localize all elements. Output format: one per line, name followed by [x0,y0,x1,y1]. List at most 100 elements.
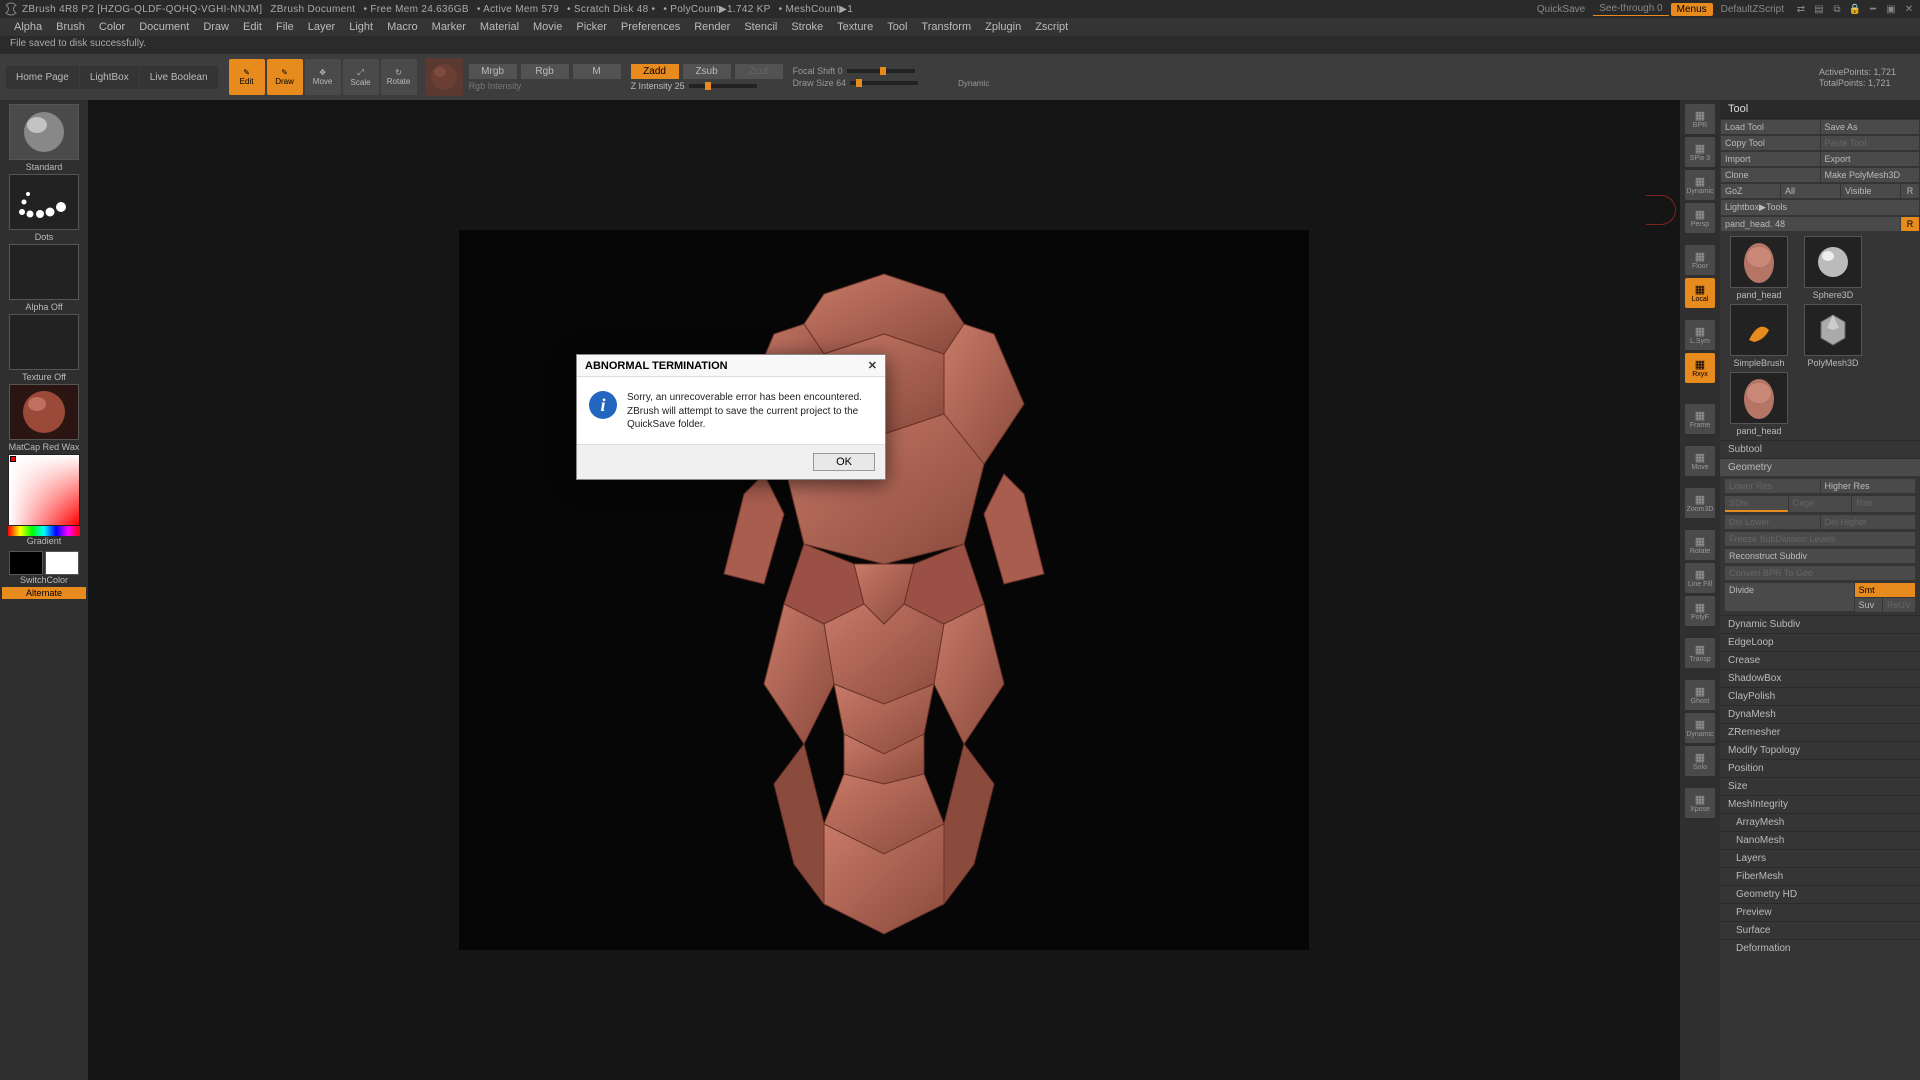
menu-zscript[interactable]: Zscript [1035,21,1068,33]
draw-size-label[interactable]: Draw Size 64 [793,78,847,88]
move-button[interactable]: ✥Move [305,59,341,95]
arrows-icon[interactable]: ⇄ [1794,2,1808,16]
section-dynamesh[interactable]: DynaMesh [1720,705,1920,723]
reuv-button[interactable]: ReUV [1883,598,1915,612]
strip-frame[interactable]: ▦Frame [1685,404,1715,434]
all-button[interactable]: All [1781,184,1840,198]
scale-button[interactable]: ⤢Scale [343,59,379,95]
strip-spix3[interactable]: ▦SPix 3 [1685,137,1715,167]
rstr-button[interactable]: Rstr [1852,496,1915,512]
menu-file[interactable]: File [276,21,294,33]
menu-zplugin[interactable]: Zplugin [985,21,1021,33]
strip-bpr[interactable]: ▦BPR [1685,104,1715,134]
convert-bpr-button[interactable]: Convert BPR To Geo [1725,566,1915,580]
visible-button[interactable]: Visible [1841,184,1900,198]
reconstruct-subdiv-button[interactable]: Reconstruct Subdiv [1725,549,1915,563]
cage-button[interactable]: Cage [1789,496,1852,512]
zadd-button[interactable]: Zadd [631,64,679,79]
suv-button[interactable]: Suv [1855,598,1882,612]
r2-button[interactable]: R [1901,217,1919,231]
strip-lsym[interactable]: ▦L.Sym [1685,320,1715,350]
focal-shift-label[interactable]: Focal Shift 0 [793,66,843,76]
section-nanomesh[interactable]: NanoMesh [1720,831,1920,849]
section-geometry-hd[interactable]: Geometry HD [1720,885,1920,903]
tab-lightbox[interactable]: LightBox [80,66,139,89]
section-size[interactable]: Size [1720,777,1920,795]
tool-item-pand_head[interactable]: pand_head [1724,372,1794,436]
viewport[interactable] [459,230,1309,950]
tool-item-pand_head[interactable]: pand_head [1724,236,1794,300]
strip-polyf[interactable]: ▦PolyF [1685,596,1715,626]
draw-button[interactable]: ✎Draw [267,59,303,95]
menu-macro[interactable]: Macro [387,21,418,33]
section-position[interactable]: Position [1720,759,1920,777]
alternate-button[interactable]: Alternate [2,587,86,599]
white-swatch[interactable] [45,551,79,575]
menu-draw[interactable]: Draw [203,21,229,33]
section-shadowbox[interactable]: ShadowBox [1720,669,1920,687]
strip-linefill[interactable]: ▦Line Fill [1685,563,1715,593]
strip-local[interactable]: ▦Local [1685,278,1715,308]
menu-movie[interactable]: Movie [533,21,562,33]
goz-button[interactable]: GoZ [1721,184,1780,198]
section-zremesher[interactable]: ZRemesher [1720,723,1920,741]
copy-tool-button[interactable]: Copy Tool [1721,136,1820,150]
menu-layer[interactable]: Layer [308,21,336,33]
save-as-button[interactable]: Save As [1821,120,1920,134]
r-button[interactable]: R [1901,184,1919,198]
brush-thumb[interactable] [9,104,79,160]
load-tool-button[interactable]: Load Tool [1721,120,1820,134]
section-edgeloop[interactable]: EdgeLoop [1720,633,1920,651]
freeze-subdiv-button[interactable]: Freeze SubDivision Levels [1725,532,1915,546]
hue-bar[interactable] [8,526,80,536]
menu-tool[interactable]: Tool [887,21,907,33]
section-preview[interactable]: Preview [1720,903,1920,921]
close-icon[interactable]: ✕ [1902,2,1916,16]
tab-liveboolean[interactable]: Live Boolean [140,66,218,89]
strip-ghost[interactable]: ▦Ghost [1685,680,1715,710]
lock-icon[interactable]: 🔒 [1848,2,1862,16]
menu-preferences[interactable]: Preferences [621,21,680,33]
lower-res-button[interactable]: Lower Res [1725,479,1820,493]
menu-material[interactable]: Material [480,21,519,33]
section-deformation[interactable]: Deformation [1720,939,1920,957]
rotate-button[interactable]: ↻Rotate [381,59,417,95]
strip-rotate[interactable]: ▦Rotate [1685,530,1715,560]
section-meshintegrity[interactable]: MeshIntegrity [1720,795,1920,813]
menu-texture[interactable]: Texture [837,21,873,33]
float-icon[interactable]: ⧉ [1830,2,1844,16]
dialog-close-icon[interactable]: ✕ [868,359,877,372]
zsub-button[interactable]: Zsub [683,64,731,79]
section-layers[interactable]: Layers [1720,849,1920,867]
menu-light[interactable]: Light [349,21,373,33]
strip-move[interactable]: ▦Move [1685,446,1715,476]
menu-stroke[interactable]: Stroke [791,21,823,33]
clone-button[interactable]: Clone [1721,168,1820,182]
mrgb-button[interactable]: Mrgb [469,64,517,79]
z-intensity-label[interactable]: Z Intensity 25 [631,81,685,91]
m-button[interactable]: M [573,64,621,79]
strip-dynamic[interactable]: ▦Dynamic [1685,713,1715,743]
import-button[interactable]: Import [1721,152,1820,166]
geometry-section[interactable]: Geometry [1720,458,1920,476]
subtool-section[interactable]: Subtool [1720,440,1920,458]
tool-item-sphere3d[interactable]: Sphere3D [1798,236,1868,300]
material-ball-icon[interactable] [425,58,463,96]
black-swatch[interactable] [9,551,43,575]
strip-persp[interactable]: ▦Persp [1685,203,1715,233]
lightbox-tools-button[interactable]: Lightbox▶Tools [1721,200,1919,215]
material-thumb[interactable] [9,384,79,440]
menus-button[interactable]: Menus [1671,3,1713,16]
smt-button[interactable]: Smt [1855,583,1915,597]
menu-brush[interactable]: Brush [56,21,85,33]
divide-button[interactable]: Divide [1725,583,1854,611]
tool-item-simplebrush[interactable]: SimpleBrush [1724,304,1794,368]
tool-item-polymesh3d[interactable]: PolyMesh3D [1798,304,1868,368]
color-picker[interactable] [8,454,80,526]
strip-solo[interactable]: ▦Solo [1685,746,1715,776]
menu-stencil[interactable]: Stencil [744,21,777,33]
higher-res-button[interactable]: Higher Res [1821,479,1916,493]
section-claypolish[interactable]: ClayPolish [1720,687,1920,705]
rgb-button[interactable]: Rgb [521,64,569,79]
stroke-thumb[interactable] [9,174,79,230]
